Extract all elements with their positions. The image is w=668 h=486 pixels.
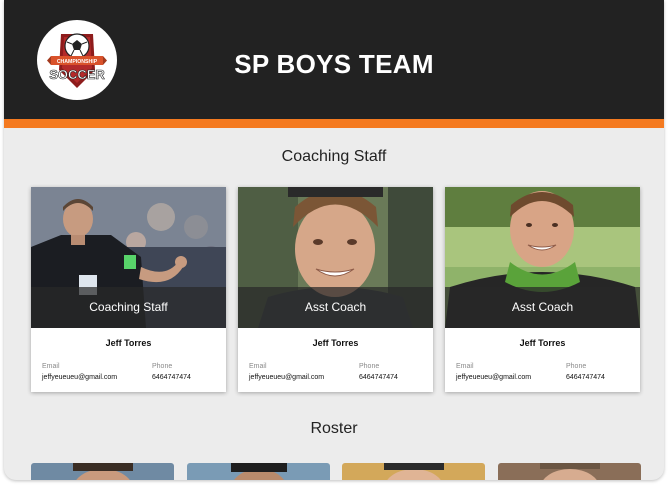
- player-photo: [187, 463, 330, 480]
- logo-ribbon-text: CHAMPIONSHIP: [57, 59, 98, 65]
- section-title-coaching-staff: Coaching Staff: [281, 148, 387, 165]
- staff-card[interactable]: Coaching Staff Jeff Torres Email jeffyeu…: [31, 187, 226, 392]
- phone-label: Phone: [566, 363, 587, 370]
- staff-name: Jeff Torres: [105, 338, 152, 348]
- logo-wordmark: SOCCER: [49, 67, 105, 82]
- roster-card[interactable]: [498, 463, 641, 480]
- staff-role: Coaching Staff: [31, 287, 226, 328]
- staff-card[interactable]: Asst Coach Jeff Torres Email jeffyeueueu…: [445, 187, 640, 392]
- staff-email[interactable]: jeffyeueueu@gmail.com: [249, 374, 324, 381]
- email-label: Email: [456, 363, 474, 370]
- staff-email[interactable]: jeffyeueueu@gmail.com: [42, 374, 117, 381]
- player-photo: [342, 463, 485, 480]
- staff-phone[interactable]: 6464747474: [566, 374, 605, 381]
- staff-name: Jeff Torres: [312, 338, 359, 348]
- site-header: CHAMPIONSHIP SOCCER SP BOYS TEAM: [4, 0, 664, 119]
- page-frame: CHAMPIONSHIP SOCCER SP BOYS TEAM Coachin…: [4, 0, 664, 480]
- staff-phone[interactable]: 6464747474: [359, 374, 398, 381]
- staff-card[interactable]: Asst Coach Jeff Torres Email jeffyeueueu…: [238, 187, 433, 392]
- section-title-roster: Roster: [310, 420, 358, 437]
- roster-card[interactable]: [31, 463, 174, 480]
- soccer-ball-shield-icon: CHAMPIONSHIP SOCCER: [47, 33, 107, 88]
- staff-name: Jeff Torres: [519, 338, 566, 348]
- email-label: Email: [249, 363, 267, 370]
- player-photo: [498, 463, 641, 480]
- phone-label: Phone: [152, 363, 173, 370]
- player-photo: [31, 463, 174, 480]
- page-title: SP BOYS TEAM: [234, 49, 434, 79]
- phone-label: Phone: [359, 363, 380, 370]
- staff-role: Asst Coach: [445, 287, 640, 328]
- staff-email[interactable]: jeffyeueueu@gmail.com: [456, 374, 531, 381]
- staff-role: Asst Coach: [238, 287, 433, 328]
- team-logo[interactable]: CHAMPIONSHIP SOCCER: [37, 20, 117, 100]
- roster-card[interactable]: [187, 463, 330, 480]
- accent-divider: [4, 119, 664, 128]
- staff-phone[interactable]: 6464747474: [152, 374, 191, 381]
- email-label: Email: [42, 363, 60, 370]
- roster-card[interactable]: [342, 463, 485, 480]
